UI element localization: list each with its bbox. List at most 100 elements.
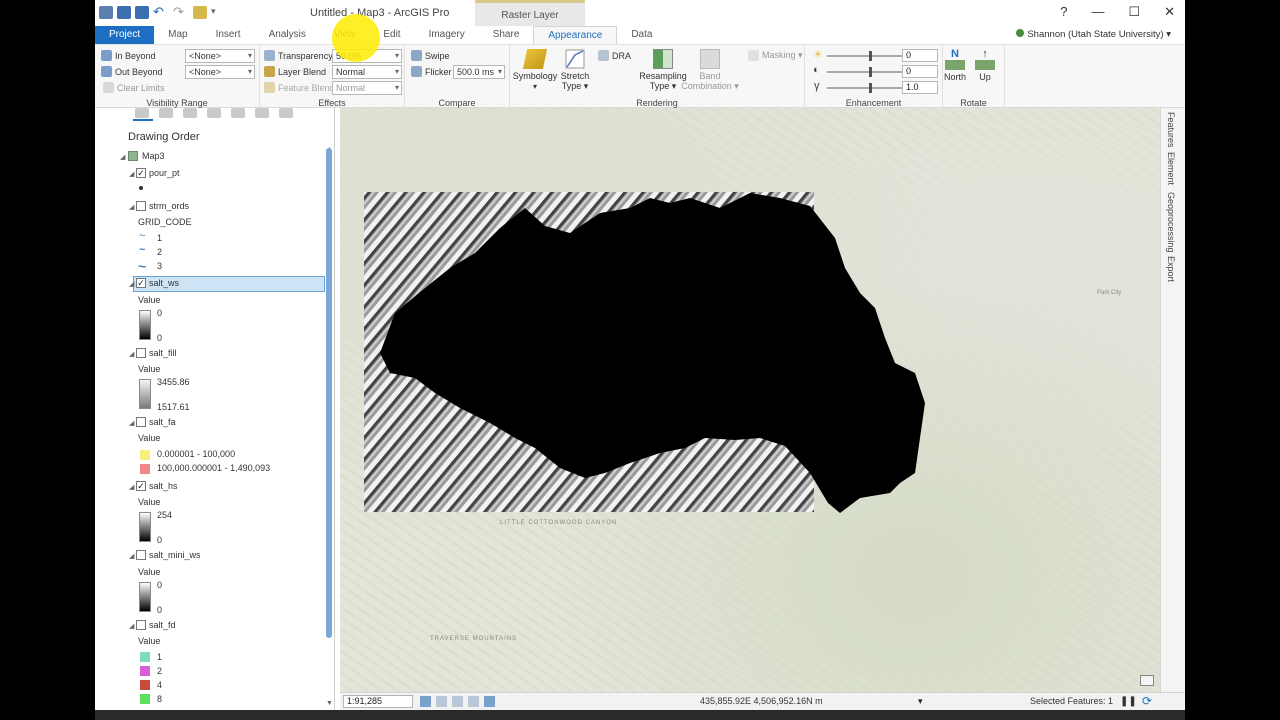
user-account[interactable]: Shannon (Utah State University) ▾: [1016, 29, 1171, 40]
layer-salt-mini-ws[interactable]: salt_mini_ws: [149, 550, 201, 560]
save-icon[interactable]: [135, 6, 149, 19]
side-tab-element[interactable]: Element: [1166, 152, 1176, 185]
transparency-label: Transparency: [278, 50, 333, 61]
masking-button[interactable]: Masking ▾: [748, 50, 803, 61]
tab-share[interactable]: Share: [479, 26, 534, 44]
open-project-icon[interactable]: [99, 6, 113, 19]
add-data-icon[interactable]: [193, 6, 207, 19]
out-beyond-combo[interactable]: <None>: [185, 65, 255, 79]
salt-fd-caret[interactable]: ◢: [129, 622, 134, 630]
raster-layer-context-tab: Raster Layer: [475, 0, 585, 26]
side-tab-geoprocessing[interactable]: Geoprocessing: [1166, 192, 1176, 253]
salt-fa-class-low: 0.000001 - 100,000: [157, 449, 236, 459]
new-project-icon[interactable]: [117, 6, 131, 19]
salt-fd-checkbox[interactable]: [136, 620, 146, 630]
list-by-drawing-order-icon[interactable]: [135, 108, 149, 118]
tab-imagery[interactable]: Imagery: [415, 26, 479, 44]
in-beyond-row: In Beyond: [101, 50, 156, 61]
fixed-zoom-icon[interactable]: [420, 696, 431, 707]
tab-data[interactable]: Data: [617, 26, 666, 44]
layer-salt-hs[interactable]: salt_hs: [149, 481, 178, 491]
north-label: North: [943, 72, 966, 82]
dra-button[interactable]: DRA: [598, 50, 631, 61]
coordinate-format-dropdown-icon[interactable]: ▾: [918, 696, 923, 707]
strm-ords-checkbox[interactable]: [136, 201, 146, 211]
scale-input[interactable]: 1:91,285: [343, 695, 413, 708]
up-button[interactable]: ↑ Up: [967, 48, 1003, 82]
maximize-button[interactable]: ☐: [1128, 4, 1140, 20]
flicker-rate-input[interactable]: 500.0 ms: [453, 65, 505, 79]
brightness-input[interactable]: 0: [902, 49, 938, 62]
feature-blend-label: Feature Blend: [278, 82, 335, 93]
pour-pt-checkbox[interactable]: ✓: [136, 168, 146, 178]
side-tab-export[interactable]: Export: [1166, 256, 1176, 282]
close-button[interactable]: ✕: [1164, 4, 1175, 20]
feature-blend-combo[interactable]: Normal: [332, 81, 402, 95]
list-by-source-icon[interactable]: [159, 108, 173, 118]
map-expand-caret[interactable]: ◢: [120, 153, 125, 161]
strm-ords-caret[interactable]: ◢: [129, 203, 134, 211]
map-name[interactable]: Map3: [142, 151, 165, 161]
salt-ws-checkbox[interactable]: ✓: [136, 278, 146, 288]
gamma-input[interactable]: 1.0: [902, 81, 938, 94]
navigation-icon[interactable]: [468, 696, 479, 707]
minimize-button[interactable]: —: [1091, 4, 1104, 20]
list-by-labeling-icon[interactable]: [255, 108, 269, 118]
tab-project[interactable]: Project: [95, 26, 155, 44]
snapping-icon[interactable]: [452, 696, 463, 707]
constraints-icon[interactable]: [484, 696, 495, 707]
online-status-icon: [1016, 29, 1025, 37]
salt-mini-ws-checkbox[interactable]: [136, 550, 146, 560]
list-by-editing-icon[interactable]: [207, 108, 221, 118]
layer-strm-ords[interactable]: strm_ords: [149, 201, 189, 211]
brightness-slider[interactable]: [827, 51, 903, 61]
contents-scrollbar[interactable]: [326, 148, 332, 638]
salt-mini-ws-caret[interactable]: ◢: [129, 552, 134, 560]
arcgis-pro-window: ↶ ↷ ▾ Untitled - Map3 - ArcGIS Pro Raste…: [95, 0, 1185, 720]
customize-toolbar-icon[interactable]: ▾: [211, 6, 221, 19]
layer-salt-fa[interactable]: salt_fa: [149, 417, 176, 427]
swipe-button[interactable]: Swipe: [411, 50, 450, 61]
refresh-icon[interactable]: ⟳: [1142, 694, 1152, 708]
up-arrow-icon: ↑: [982, 48, 988, 60]
flicker-button[interactable]: Flicker: [411, 66, 452, 77]
map-status-bar: 1:91,285 435,855.92E 4,506,952.16N m ▾ S…: [340, 692, 1185, 710]
tab-analysis[interactable]: Analysis: [255, 26, 320, 44]
undo-icon[interactable]: ↶: [153, 5, 169, 19]
layer-salt-fill[interactable]: salt_fill: [149, 348, 177, 358]
salt-fill-checkbox[interactable]: [136, 348, 146, 358]
layer-salt-ws[interactable]: salt_ws: [149, 278, 179, 288]
scroll-down-arrow[interactable]: ▼: [326, 700, 333, 707]
map-view[interactable]: LITTLE COTTONWOOD CANYON TRAVERSE MOUNTA…: [340, 108, 1160, 692]
map-overview-icon[interactable]: [1140, 675, 1154, 686]
salt-hs-checkbox[interactable]: ✓: [136, 481, 146, 491]
contrast-input[interactable]: 0: [902, 65, 938, 78]
layer-salt-fd[interactable]: salt_fd: [149, 620, 176, 630]
clear-limits-button[interactable]: Clear Limits: [103, 82, 165, 93]
salt-fa-checkbox[interactable]: [136, 417, 146, 427]
stretch-type-button[interactable]: Stretch Type ▾: [550, 49, 600, 92]
salt-fill-caret[interactable]: ◢: [129, 350, 134, 358]
tab-appearance[interactable]: Appearance: [533, 26, 618, 44]
salt-fa-caret[interactable]: ◢: [129, 419, 134, 427]
layer-blend-combo[interactable]: Normal: [332, 65, 402, 79]
help-button[interactable]: ?: [1060, 4, 1067, 20]
layer-pour-pt[interactable]: pour_pt: [149, 168, 180, 178]
gamma-slider[interactable]: [827, 83, 903, 93]
list-by-snapping-icon[interactable]: [231, 108, 245, 118]
contrast-slider[interactable]: [827, 67, 903, 77]
in-beyond-combo[interactable]: <None>: [185, 49, 255, 63]
salt-ws-caret[interactable]: ◢: [129, 280, 134, 288]
list-by-perspective-icon[interactable]: [279, 108, 293, 118]
redo-icon[interactable]: ↷: [173, 5, 189, 19]
list-by-selection-icon[interactable]: [183, 108, 197, 118]
tab-insert[interactable]: Insert: [202, 26, 255, 44]
grid-icon[interactable]: [436, 696, 447, 707]
in-beyond-label: In Beyond: [115, 50, 156, 61]
salt-hs-caret[interactable]: ◢: [129, 483, 134, 491]
pour-pt-caret[interactable]: ◢: [129, 170, 134, 178]
pause-drawing-icon[interactable]: ❚❚: [1120, 696, 1137, 707]
band-combination-button[interactable]: Band Combination ▾: [680, 49, 740, 92]
tab-map[interactable]: Map: [154, 26, 201, 44]
side-tab-features[interactable]: Features: [1166, 112, 1176, 148]
